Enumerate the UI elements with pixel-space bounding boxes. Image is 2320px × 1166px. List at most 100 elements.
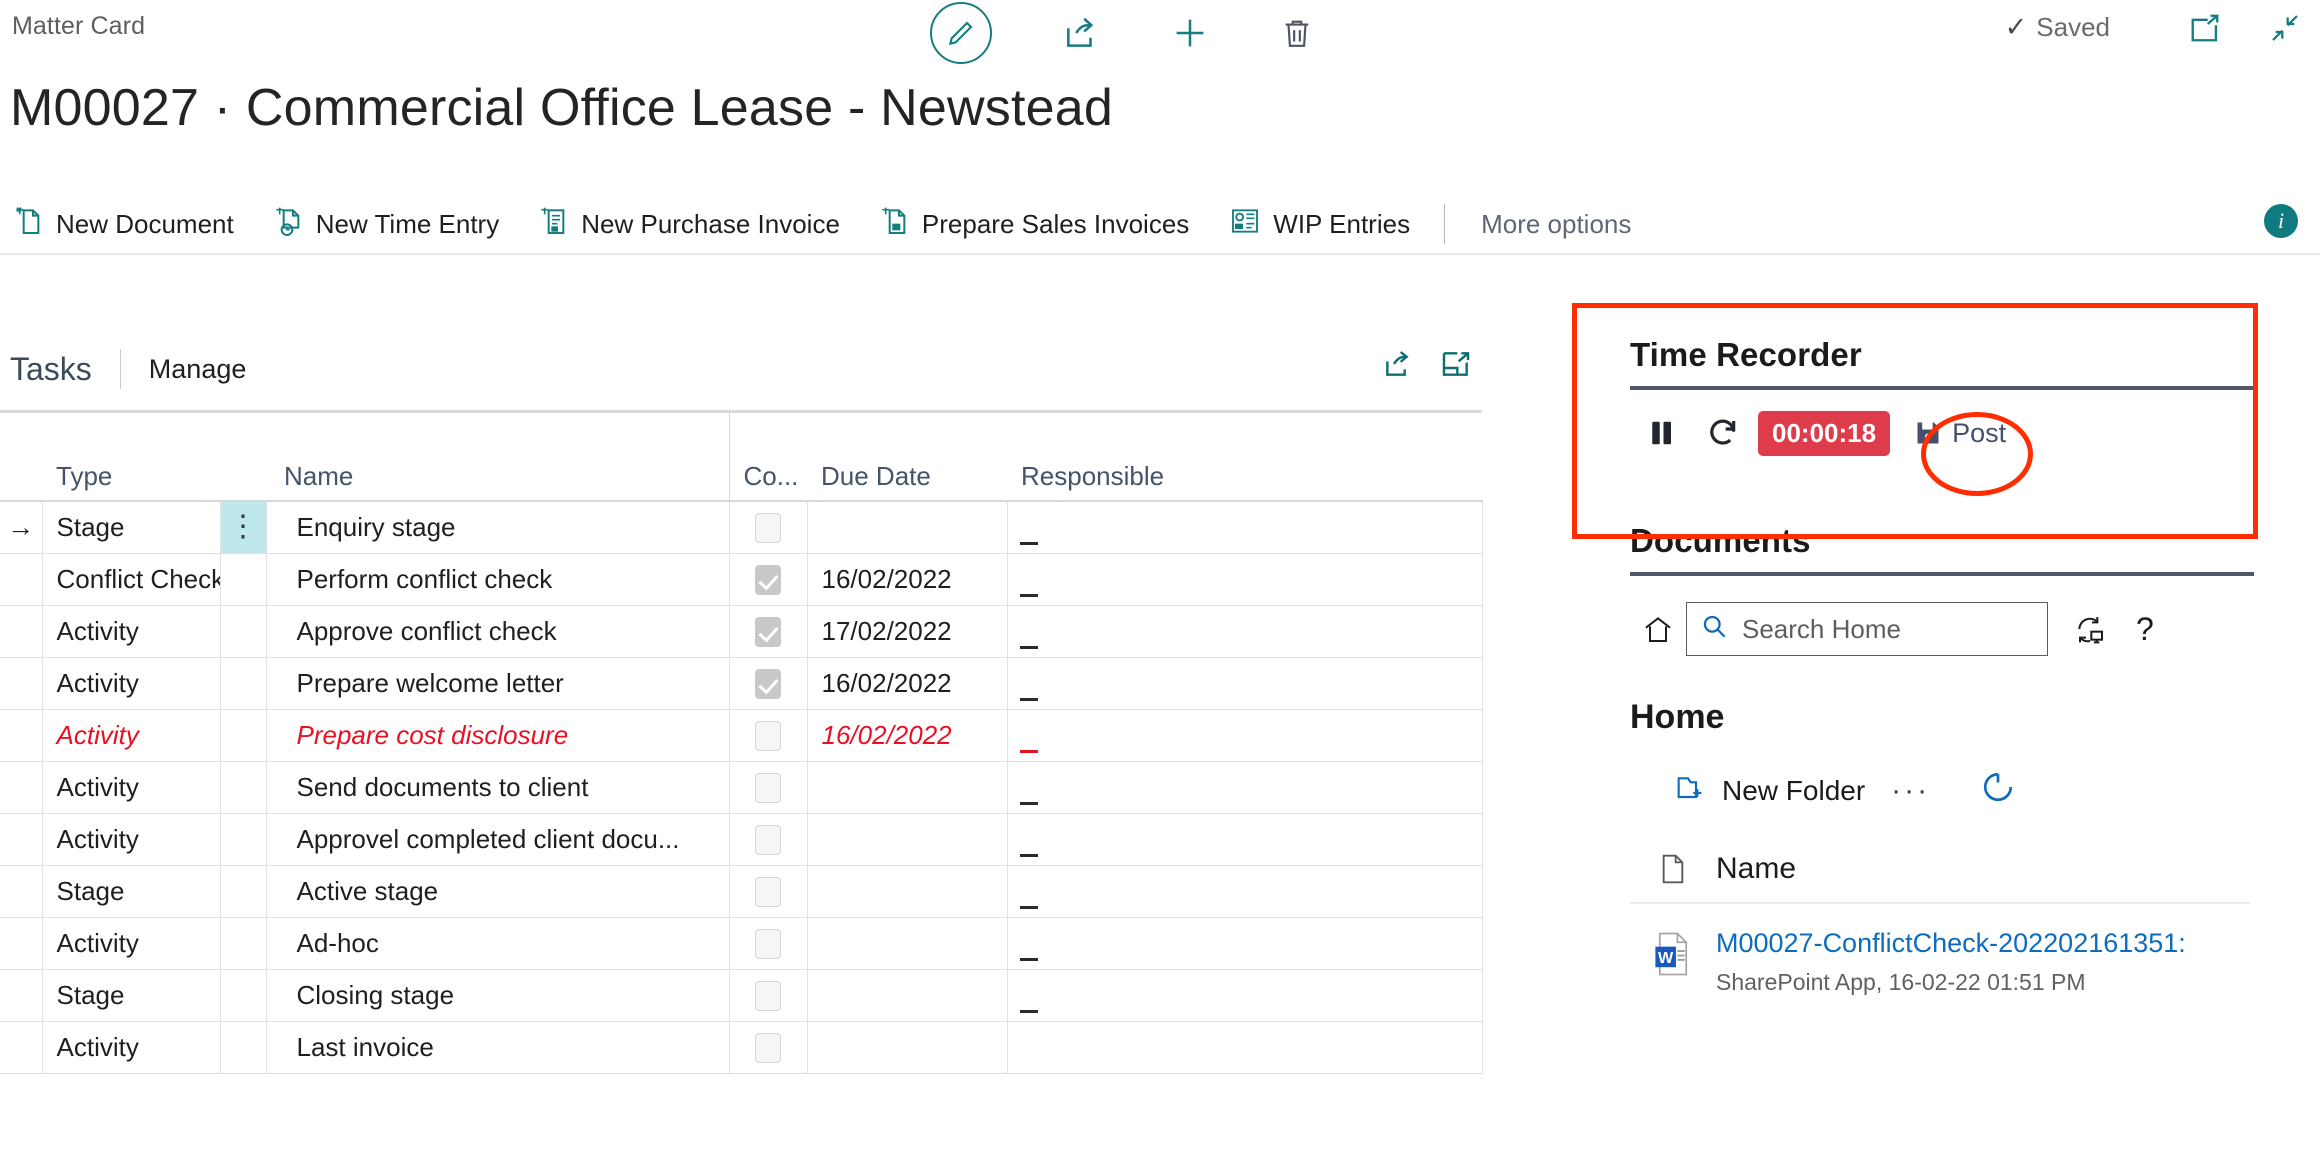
col-type[interactable]: Type [42,413,220,502]
checkbox-checked-icon[interactable] [755,565,781,596]
checkbox-checked-icon[interactable] [755,669,781,700]
sync-icon[interactable] [2074,614,2106,644]
cell-due-date[interactable] [807,813,1008,866]
table-row[interactable]: Activity Send documents to client [0,761,1483,814]
cell-due-date[interactable]: 17/02/2022 [807,605,1008,658]
row-selector-cell[interactable] [0,605,43,658]
row-drag-handle[interactable]: ⋮ [220,501,267,554]
row-drag-handle[interactable] [220,761,267,814]
row-selector-cell[interactable] [0,917,43,970]
row-drag-handle[interactable] [220,553,267,606]
cell-type[interactable]: Stage [42,501,221,554]
post-button[interactable]: Post [1914,418,2006,449]
row-drag-handle[interactable] [220,709,267,762]
open-in-new-window-icon[interactable] [2188,13,2222,43]
row-selector-cell[interactable] [0,657,43,710]
cell-responsible[interactable] [1007,865,1483,918]
cell-name[interactable]: Active stage [266,865,730,918]
share-icon[interactable] [1062,14,1100,52]
cell-name[interactable]: Ad-hoc [266,917,730,970]
ribbon-wip-entries[interactable]: WIP Entries [1209,196,1430,252]
cell-name[interactable]: Perform conflict check [266,553,730,606]
cell-name[interactable]: Last invoice [266,1021,730,1074]
cell-due-date[interactable] [807,501,1008,554]
refresh-icon[interactable] [1980,769,2016,810]
list-item[interactable]: W M00027-ConflictCheck-202202161351: Sha… [1630,928,2320,996]
col-completed[interactable]: Co... [728,413,807,502]
row-drag-handle[interactable] [220,917,267,970]
cell-type[interactable]: Activity [42,813,221,866]
checkbox-unchecked-icon[interactable] [755,773,781,804]
cell-due-date[interactable]: 16/02/2022 [807,553,1008,606]
checkbox-unchecked-icon[interactable] [755,877,781,908]
cell-responsible[interactable] [1007,813,1483,866]
cell-completed-checkbox[interactable] [729,709,808,762]
row-selector-cell[interactable] [0,761,43,814]
table-row[interactable]: Activity Last invoice [0,1021,1483,1074]
checkbox-checked-icon[interactable] [755,617,781,648]
cell-due-date[interactable] [807,969,1008,1022]
share-icon[interactable] [1382,348,1414,380]
cell-due-date[interactable]: 16/02/2022 [807,709,1008,762]
checkbox-unchecked-icon[interactable] [755,981,781,1012]
info-icon[interactable]: i [2264,204,2298,238]
row-selector-cell[interactable] [0,969,43,1022]
plus-icon[interactable] [1170,13,1210,53]
cell-responsible[interactable] [1007,553,1483,606]
cell-name[interactable]: Prepare welcome letter [266,657,730,710]
cell-name[interactable]: Approve conflict check [266,605,730,658]
cell-due-date[interactable] [807,917,1008,970]
cell-responsible[interactable] [1007,501,1483,554]
new-folder-button[interactable]: New Folder [1676,773,1865,808]
checkbox-unchecked-icon[interactable] [755,825,781,856]
cell-due-date[interactable]: 16/02/2022 [807,657,1008,710]
row-selector-cell[interactable] [0,865,43,918]
row-drag-handle[interactable] [220,813,267,866]
restart-icon[interactable] [1692,416,1754,450]
cell-name[interactable]: Prepare cost disclosure [266,709,730,762]
cell-completed-checkbox[interactable] [729,605,808,658]
name-column-header[interactable]: Name [1716,852,1796,886]
cell-type[interactable]: Activity [42,657,221,710]
cell-responsible[interactable] [1007,657,1483,710]
cell-type[interactable]: Activity [42,605,221,658]
row-drag-handle[interactable] [220,969,267,1022]
table-row[interactable]: Activity Prepare cost disclosure 16/02/202… [0,709,1483,762]
cell-type[interactable]: Activity [42,761,221,814]
cell-completed-checkbox[interactable] [729,501,808,554]
cell-completed-checkbox[interactable] [729,657,808,710]
cell-completed-checkbox[interactable] [729,553,808,606]
delete-icon[interactable] [1280,16,1314,50]
table-row[interactable]: Activity Prepare welcome letter 16/02/2022 [0,657,1483,710]
table-row[interactable]: Activity Approvel completed client docu..… [0,813,1483,866]
cell-due-date[interactable] [807,865,1008,918]
cell-responsible[interactable] [1007,1021,1483,1074]
cell-name[interactable]: Enquiry stage [266,501,730,554]
pause-icon[interactable] [1630,417,1692,449]
tasks-grid[interactable]: Type Name Co... Due Date Responsible → St… [0,413,1483,1074]
cell-completed-checkbox[interactable] [729,969,808,1022]
checkbox-unchecked-icon[interactable] [755,929,781,960]
cell-name[interactable]: Approvel completed client docu... [266,813,730,866]
cell-completed-checkbox[interactable] [729,761,808,814]
edit-icon[interactable] [930,2,992,64]
checkbox-unchecked-icon[interactable] [755,721,781,752]
file-name-link[interactable]: M00027-ConflictCheck-202202161351: [1716,928,2186,959]
row-drag-handle[interactable] [220,605,267,658]
row-selector-cell[interactable] [0,813,43,866]
cell-completed-checkbox[interactable] [729,1021,808,1074]
table-row[interactable]: → Stage ⋮ Enquiry stage [0,501,1483,554]
cell-responsible[interactable] [1007,917,1483,970]
cell-type[interactable]: Activity [42,917,221,970]
cell-type[interactable]: Activity [42,1021,221,1074]
breadcrumb[interactable]: Matter Card [12,12,145,41]
row-drag-handle[interactable] [220,657,267,710]
cell-responsible[interactable] [1007,761,1483,814]
open-in-excel-icon[interactable] [1440,348,1472,380]
tasks-manage-tab[interactable]: Manage [149,354,247,385]
row-drag-handle[interactable] [220,865,267,918]
overflow-menu-icon[interactable]: ··· [1891,774,1930,808]
search-box[interactable] [1686,602,2048,656]
row-selector-cell[interactable] [0,553,43,606]
table-row[interactable]: Stage Active stage [0,865,1483,918]
